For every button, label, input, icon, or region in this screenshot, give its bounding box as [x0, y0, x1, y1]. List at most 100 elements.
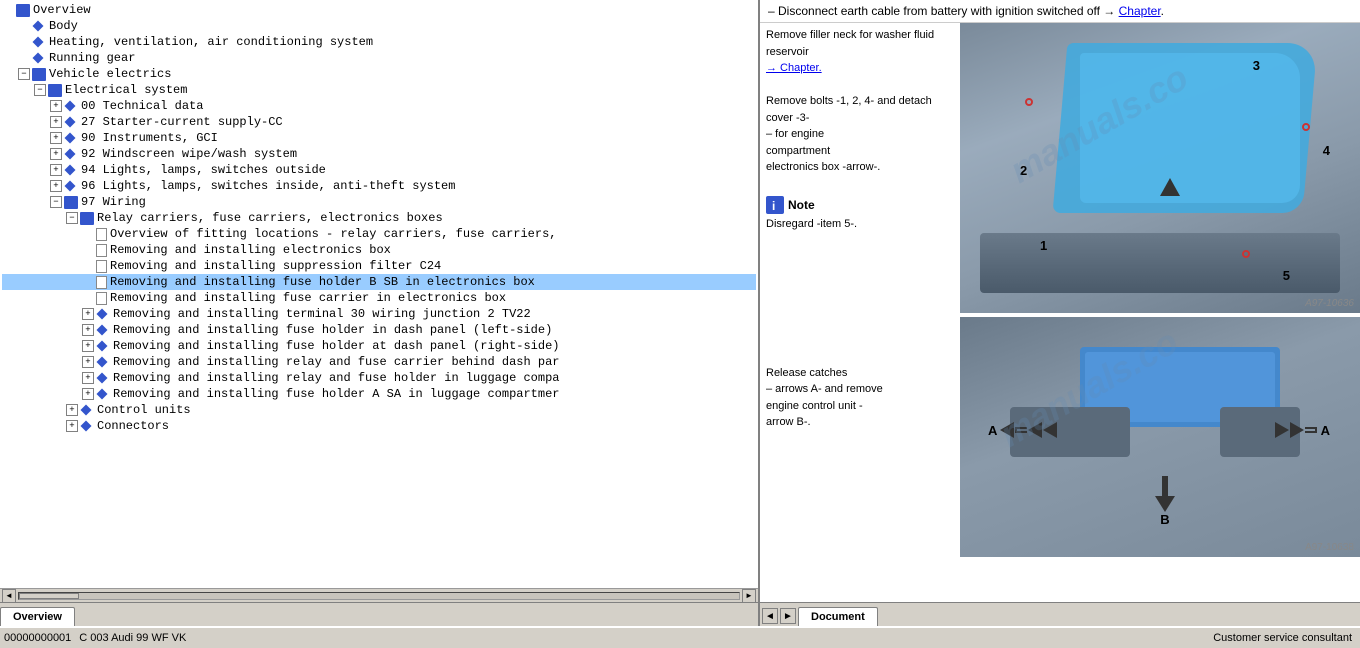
- expand-btn-6[interactable]: −: [34, 84, 46, 96]
- tree-item-22[interactable]: +Removing and installing fuse holder at …: [2, 338, 756, 354]
- tree-item-8[interactable]: +27 Starter-current supply-CC: [2, 114, 756, 130]
- images-column: 1 2 3 4 5 manuals.co A97-10636: [960, 23, 1360, 602]
- expand-btn-9[interactable]: +: [50, 132, 62, 144]
- tree-item-5[interactable]: −Vehicle electrics: [2, 66, 756, 82]
- tree-item-24[interactable]: +Removing and installing relay and fuse …: [2, 370, 756, 386]
- note-label: Note: [788, 196, 815, 214]
- img1-num3: 3: [1253, 58, 1260, 73]
- book-icon-5: [32, 68, 46, 81]
- tree-item-7[interactable]: +00 Technical data: [2, 98, 756, 114]
- img1-num5: 5: [1283, 268, 1290, 283]
- tree-item-16[interactable]: Removing and installing electronics box: [2, 242, 756, 258]
- diamond-icon-24: [96, 372, 107, 383]
- status-code-left: 00000000001: [4, 632, 71, 644]
- chapter-link-header[interactable]: Chapter: [1119, 4, 1161, 18]
- expand-btn-10[interactable]: +: [50, 148, 62, 160]
- expand-btn-24[interactable]: +: [82, 372, 94, 384]
- tab-document[interactable]: Document: [798, 607, 878, 626]
- tree-item-text-9: 90 Instruments, GCI: [81, 131, 218, 145]
- expand-btn-11[interactable]: +: [50, 164, 62, 176]
- tree-item-2[interactable]: Body: [2, 18, 756, 34]
- expand-btn-8[interactable]: +: [50, 116, 62, 128]
- nav-prev-btn[interactable]: ◄: [762, 608, 778, 624]
- tree-item-text-3: Heating, ventilation, air conditioning s…: [49, 35, 373, 49]
- tree-view: OverviewBody Heating, ventilation, air co…: [0, 0, 758, 588]
- tree-item-text-15: Overview of fitting locations - relay ca…: [110, 227, 556, 241]
- tree-item-text-16: Removing and installing electronics box: [110, 243, 391, 257]
- tree-item-10[interactable]: +92 Windscreen wipe/wash system: [2, 146, 756, 162]
- note-text: Disregard -item 5-.: [766, 216, 954, 233]
- tree-item-6[interactable]: − Electrical system: [2, 82, 756, 98]
- right-main-content: Remove filler neck for washer fluid rese…: [760, 23, 1360, 602]
- expand-btn-7[interactable]: +: [50, 100, 62, 112]
- diamond-icon-7: [64, 100, 75, 111]
- expand-btn-12[interactable]: +: [50, 180, 62, 192]
- page-icon-15: [96, 228, 107, 241]
- page-icon-17: [96, 260, 107, 273]
- tree-item-text-27: Connectors: [97, 419, 169, 433]
- tree-item-3[interactable]: Heating, ventilation, air conditioning s…: [2, 34, 756, 50]
- tree-item-15[interactable]: Overview of fitting locations - relay ca…: [2, 226, 756, 242]
- expand-btn-25[interactable]: +: [82, 388, 94, 400]
- scroll-right-btn[interactable]: ►: [742, 589, 756, 603]
- tree-item-25[interactable]: + Removing and installing fuse holder A S…: [2, 386, 756, 402]
- doc-nav-arrows: ◄ ►: [760, 606, 798, 626]
- tree-item-17[interactable]: Removing and installing suppression filt…: [2, 258, 756, 274]
- tree-item-21[interactable]: +Removing and installing fuse holder in …: [2, 322, 756, 338]
- right-bottom-tabs: ◄ ► Document: [760, 602, 1360, 626]
- diamond-icon-23: [96, 356, 107, 367]
- tree-item-9[interactable]: +90 Instruments, GCI: [2, 130, 756, 146]
- tree-item-text-23: Removing and installing relay and fuse c…: [113, 355, 559, 369]
- tree-item-23[interactable]: + Removing and installing relay and fuse …: [2, 354, 756, 370]
- arrow-b-down: B: [1155, 476, 1175, 527]
- expand-btn-13[interactable]: −: [50, 196, 62, 208]
- tree-item-text-7: 00 Technical data: [81, 99, 203, 113]
- diamond-icon-26: [80, 404, 91, 415]
- diamond-icon-22: [96, 340, 107, 351]
- tree-item-27[interactable]: + Connectors: [2, 418, 756, 434]
- chapter-link-1[interactable]: → Chapter.: [766, 62, 822, 74]
- right-panel: – Disconnect earth cable from battery wi…: [760, 0, 1360, 626]
- left-panel: OverviewBodyHeating, ventilation, air co…: [0, 0, 760, 626]
- tree-item-text-2: Body: [49, 19, 78, 33]
- tree-item-19[interactable]: Removing and installing fuse carrier in …: [2, 290, 756, 306]
- expand-btn-21[interactable]: +: [82, 324, 94, 336]
- expand-btn-23[interactable]: +: [82, 356, 94, 368]
- tree-item-1[interactable]: Overview: [2, 2, 756, 18]
- diamond-icon-4: [32, 52, 43, 63]
- expand-btn-26[interactable]: +: [66, 404, 78, 416]
- tree-item-14[interactable]: −Relay carriers, fuse carriers, electron…: [2, 210, 756, 226]
- tree-item-text-17: Removing and installing suppression filt…: [110, 259, 441, 273]
- tree-item-11[interactable]: +94 Lights, lamps, switches outside: [2, 162, 756, 178]
- scroll-track[interactable]: [18, 592, 740, 600]
- step-filler-neck: Remove filler neck for washer fluid rese…: [766, 27, 954, 77]
- expand-btn-20[interactable]: +: [82, 308, 94, 320]
- nav-next-btn[interactable]: ►: [780, 608, 796, 624]
- diamond-icon-11: [64, 164, 75, 175]
- expand-btn-22[interactable]: +: [82, 340, 94, 352]
- scroll-thumb[interactable]: [19, 593, 79, 599]
- expand-btn-27[interactable]: +: [66, 420, 78, 432]
- status-bar: 00000000001 C 003 Audi 99 WF VK Customer…: [0, 626, 1360, 648]
- tree-item-text-25: Removing and installing fuse holder A SA…: [113, 387, 559, 401]
- expand-btn-5[interactable]: −: [18, 68, 30, 80]
- diamond-icon-20: [96, 308, 107, 319]
- step-remove-bolts: Remove bolts -1, 2, 4- and detach cover …: [766, 93, 954, 176]
- diamond-icon-10: [64, 148, 75, 159]
- right-header: – Disconnect earth cable from battery wi…: [760, 0, 1360, 23]
- arrow-up-1: [1160, 178, 1180, 196]
- tab-overview[interactable]: Overview: [0, 607, 75, 626]
- horizontal-scrollbar[interactable]: ◄ ►: [0, 588, 758, 602]
- tree-item-26[interactable]: +Control units: [2, 402, 756, 418]
- tree-item-4[interactable]: Running gear: [2, 50, 756, 66]
- scroll-left-btn[interactable]: ◄: [2, 589, 16, 603]
- tree-item-text-6: Electrical system: [65, 83, 187, 97]
- tree-item-18[interactable]: Removing and installing fuse holder B SB…: [2, 274, 756, 290]
- status-right: Customer service consultant: [1213, 632, 1356, 644]
- page-icon-18: [96, 276, 107, 289]
- expand-btn-14[interactable]: −: [66, 212, 78, 224]
- diamond-icon-3: [32, 36, 43, 47]
- tree-item-12[interactable]: +96 Lights, lamps, switches inside, anti…: [2, 178, 756, 194]
- tree-item-20[interactable]: +Removing and installing terminal 30 wir…: [2, 306, 756, 322]
- tree-item-13[interactable]: −97 Wiring: [2, 194, 756, 210]
